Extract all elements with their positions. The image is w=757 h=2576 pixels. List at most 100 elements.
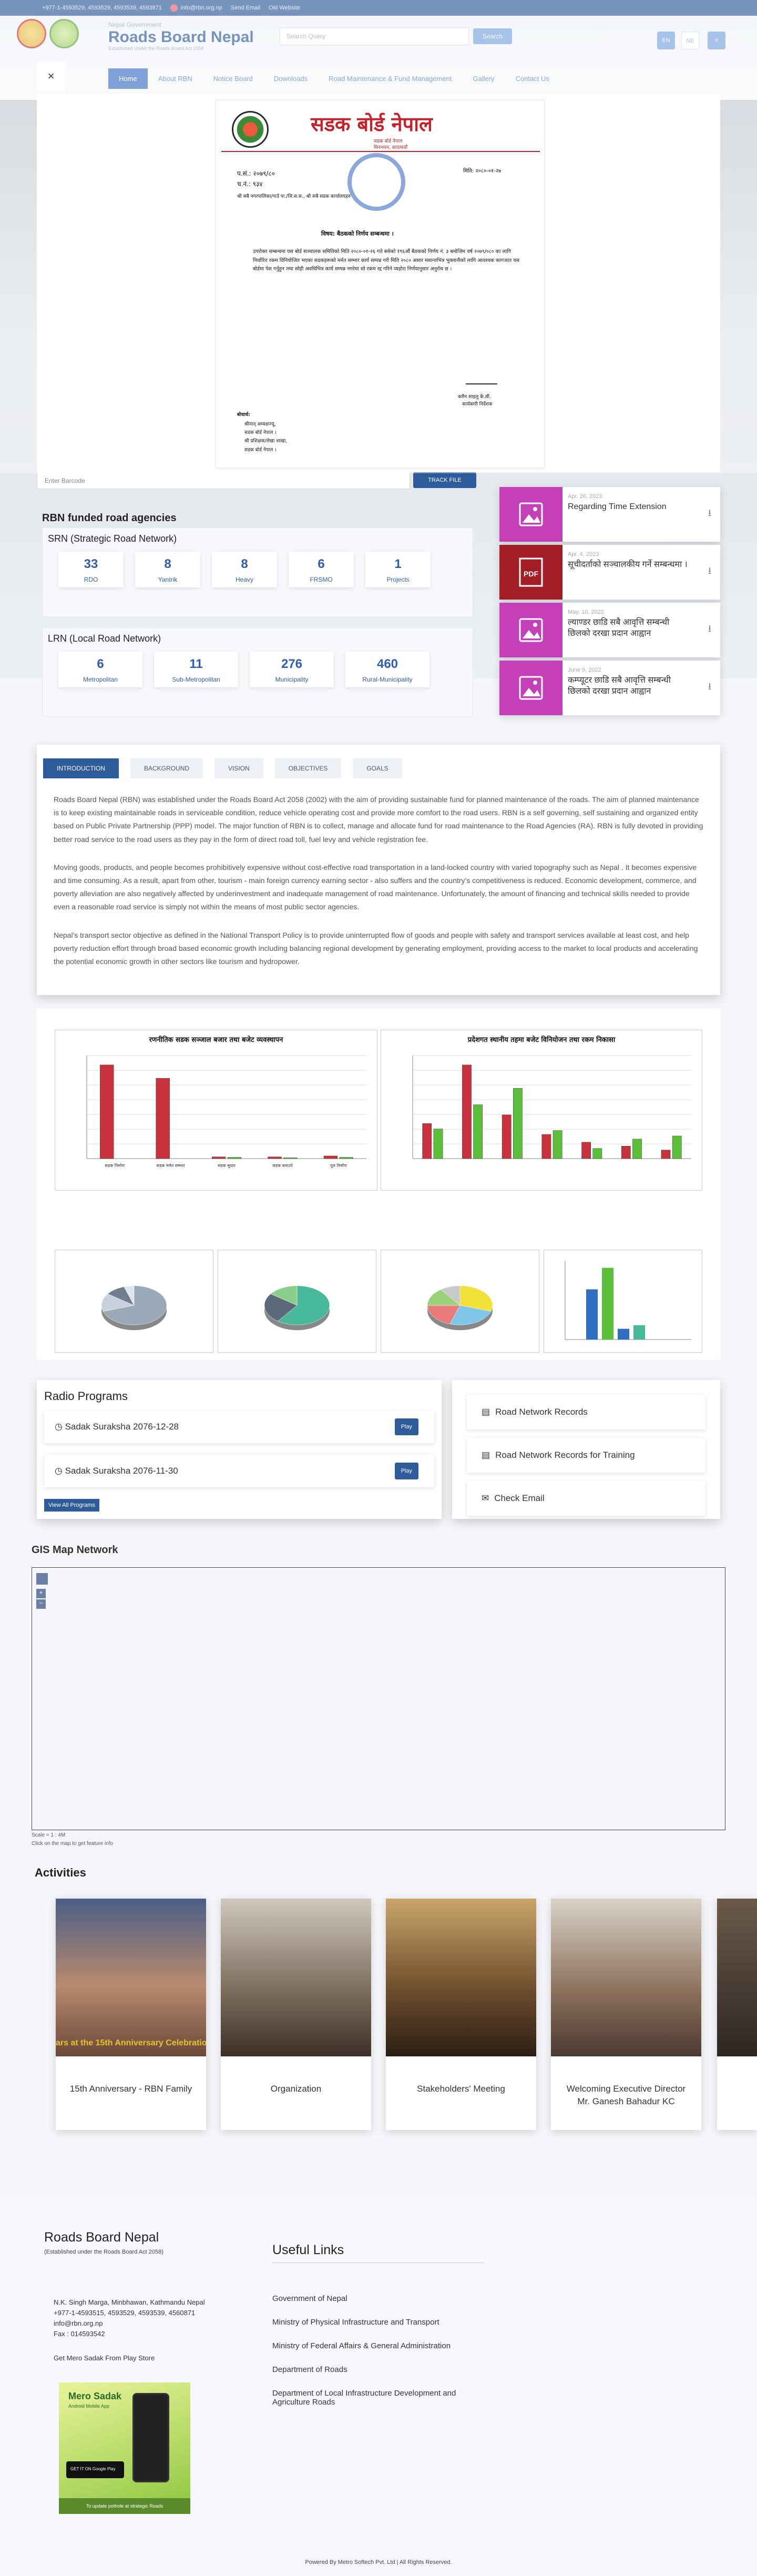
agency-tile[interactable]: 8 Heavy: [212, 552, 277, 587]
agency-tile[interactable]: 1 Projects: [365, 552, 431, 587]
useful-link[interactable]: Department of Local Infrastructure Devel…: [272, 2389, 472, 2407]
view-all-programs-button[interactable]: View All Programs: [44, 1499, 100, 1512]
agency-tile[interactable]: 276 Municipality: [250, 652, 334, 687]
bar: [621, 1145, 631, 1159]
download-icon[interactable]: ⭳: [699, 487, 720, 542]
activity-card[interactable]: ars at the 15th Anniversary Celebratio 15…: [56, 1899, 206, 2130]
letter-cc-title: बोधार्थ:: [237, 412, 250, 418]
chart-2: प्रदेशगत स्थानीय तहमा बजेट विनियोजन तथा …: [381, 1030, 702, 1191]
agency-tile[interactable]: 460 Rural-Municipality: [345, 652, 429, 687]
mero-sadak-app-banner[interactable]: Mero Sadak Android Mobile App GET IT ON …: [59, 2382, 190, 2514]
notice-item[interactable]: May. 10, 2022 ल्याण्डर छाडि सबै आवृत्ति स…: [499, 603, 720, 657]
tile-count: 6: [97, 657, 104, 671]
footer-fax: Fax : 014593542: [54, 2330, 105, 2338]
tab-goals[interactable]: GOALS: [353, 758, 402, 778]
download-icon[interactable]: ⭳: [699, 545, 720, 600]
letter-title: सडक बोर्ड नेपाल: [311, 113, 433, 136]
bar: [581, 1142, 591, 1159]
bar: [661, 1150, 671, 1159]
notice-text: May. 10, 2022 ल्याण्डर छाडि सबै आवृत्ति स…: [562, 603, 699, 657]
barcode-input[interactable]: Enter Barcode: [37, 471, 410, 489]
tab-introduction[interactable]: INTRODUCTION: [43, 758, 119, 778]
modal-close-button[interactable]: ×: [37, 62, 65, 90]
agency-tile[interactable]: 11 Sub-Metropolitan: [154, 652, 238, 687]
useful-links-title: Useful Links: [272, 2243, 344, 2257]
footer-email[interactable]: info@rbn.org.np: [54, 2319, 103, 2327]
bar: [672, 1135, 682, 1159]
gis-map[interactable]: + −: [32, 1567, 725, 1830]
tile-label: Heavy: [235, 576, 253, 583]
letter-cha-no: च.नं.: ९३४: [237, 180, 263, 188]
notice-text: June 9, 2022 कम्प्यूटर छाडि सबै आवृत्ति स…: [562, 661, 699, 715]
download-icon[interactable]: ⭳: [699, 661, 720, 715]
bar: [632, 1139, 642, 1159]
bar: [283, 1158, 298, 1159]
tab-background[interactable]: BACKGROUND: [130, 758, 203, 778]
notice-item[interactable]: PDF Apr. 4, 2023 सूचीदर्ताको सञ्चालकीय गर्…: [499, 545, 720, 600]
tab-vision[interactable]: VISION: [214, 758, 263, 778]
bar: [156, 1078, 170, 1159]
notice-item[interactable]: Apr. 26, 2023 Regarding Time Extension ⭳: [499, 487, 720, 542]
letter-body: उपरोक्त सम्बन्धमा यस बोर्ड सञ्चालक समिति…: [253, 249, 520, 272]
road-network-training-link[interactable]: ▤ Road Network Records for Training: [467, 1438, 705, 1473]
tile-label: Yantrik: [158, 576, 178, 583]
bar: [422, 1123, 432, 1159]
google-play-badge[interactable]: GET IT ON Google Play: [66, 2461, 124, 2478]
notice-title: सूचीदर्ताको सञ्चालकीय गर्ने सम्बन्धमा ।: [568, 560, 688, 569]
lrn-title: LRN (Local Road Network): [48, 633, 161, 644]
footer-address: N.K. Singh Marga, Minbhawan, Kathmandu N…: [54, 2298, 205, 2306]
check-email-link[interactable]: ✉ Check Email: [467, 1481, 705, 1516]
useful-link[interactable]: Government of Nepal: [272, 2294, 472, 2303]
bar: [513, 1088, 523, 1159]
about-card: INTRODUCTION BACKGROUND VISION OBJECTIVES GO…: [37, 745, 720, 995]
bar: [339, 1157, 353, 1159]
map-layers-button[interactable]: [36, 1573, 48, 1585]
tab-objectives[interactable]: OBJECTIVES: [274, 758, 342, 778]
activities-title: Activities: [35, 1866, 86, 1879]
category-label: पुल निर्माण: [330, 1163, 347, 1169]
zoom-in-button[interactable]: +: [36, 1589, 46, 1598]
letter-pa-sa: प.सं.: २०७९/८०: [237, 170, 275, 177]
tile-count: 8: [164, 557, 171, 571]
pdf-icon: PDF: [499, 545, 562, 600]
radio-item: ◷ Sadak Suraksha 2076-11-30 Play: [44, 1455, 434, 1487]
chart-1: रणनीतिक सडक सञ्जाल बजार तथा बजेट व्यवस्थ…: [55, 1030, 377, 1191]
footer-credit: Powered By Metro Softech Pvt. Ltd | All …: [305, 2559, 452, 2565]
activity-card[interactable]: Organization: [221, 1899, 371, 2130]
useful-link[interactable]: Ministry of Federal Affairs & General Ad…: [272, 2341, 472, 2350]
letter-cc-line: श्री प्रशिक्षक/लेखा शाखा,: [244, 439, 288, 444]
bar: [268, 1157, 282, 1159]
app-footer-text: To update pothole at strategic Roads: [59, 2498, 190, 2514]
play-button[interactable]: Play: [394, 1463, 418, 1479]
tile-label: Metropolitan: [83, 676, 118, 683]
notice-letter: सडक बोर्ड नेपाल सडक बोर्ड नेपाल मिनभवन, …: [216, 100, 545, 468]
agency-tile[interactable]: 8 Yantrik: [135, 552, 200, 587]
letter-cc-line: श्रीमान् अध्यक्षज्यू,: [244, 422, 276, 427]
agency-tile[interactable]: 33 RDO: [58, 552, 124, 587]
letter-signer: कमैन साइलु के.सी.: [458, 394, 491, 400]
play-button[interactable]: Play: [394, 1418, 418, 1435]
agency-tile[interactable]: 6 FRSMO: [289, 552, 354, 587]
notice-modal: सडक बोर्ड नेपाल सडक बोर्ड नेपाल मिनभवन, …: [37, 94, 720, 472]
zoom-out-button[interactable]: −: [36, 1599, 46, 1609]
radio-item: ◷ Sadak Suraksha 2076-12-28 Play: [44, 1411, 434, 1443]
activity-card-partial[interactable]: [717, 1899, 757, 2130]
charts-section: रणनीतिक सडक सञ्जाल बजार तथा बजेट व्यवस्थ…: [37, 1009, 720, 1360]
tile-count: 1: [394, 557, 402, 571]
track-file-button[interactable]: TRACK FILE: [413, 472, 476, 488]
useful-link[interactable]: Department of Roads: [272, 2365, 472, 2374]
agency-tile[interactable]: 6 Metropolitan: [58, 652, 142, 687]
banner-text: ars at the 15th Anniversary Celebratio: [56, 2039, 206, 2047]
lrn-group: LRN (Local Road Network) 6 Metropolitan 11…: [42, 627, 473, 717]
funded-title: RBN funded road agencies: [42, 512, 177, 524]
road-network-records-link[interactable]: ▤ Road Network Records: [467, 1395, 705, 1429]
tile-label: FRSMO: [310, 576, 333, 583]
useful-link[interactable]: Ministry of Physical Infrastructure and …: [272, 2318, 472, 2327]
activity-caption: Stakeholders' Meeting: [417, 2084, 505, 2094]
activity-card[interactable]: Welcoming Executive Director Mr. Ganesh …: [551, 1899, 701, 2130]
activity-photo: [386, 1899, 536, 2056]
chart-title: रणनीतिक सडक सञ्जाल बजार तथा बजेट व्यवस्थ…: [149, 1036, 284, 1044]
activity-card[interactable]: Stakeholders' Meeting: [386, 1899, 536, 2130]
notice-item[interactable]: June 9, 2022 कम्प्यूटर छाडि सबै आवृत्ति स…: [499, 661, 720, 715]
download-icon[interactable]: ⭳: [699, 603, 720, 657]
